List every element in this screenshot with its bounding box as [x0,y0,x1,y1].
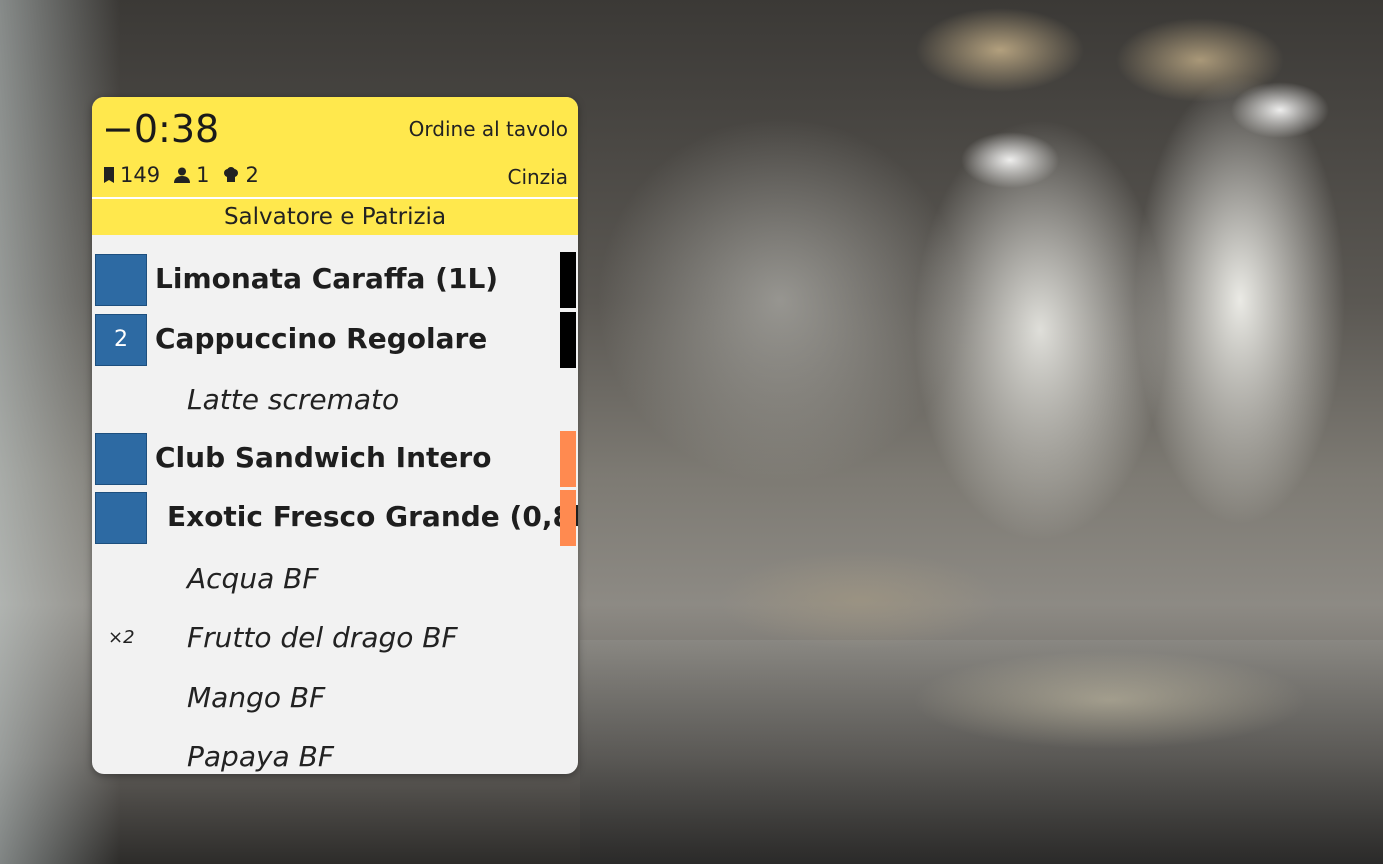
guest-count: 1 [196,163,210,187]
chef-hat-icon [224,167,239,182]
ticket-items: Limonata Caraffa (1L) 2 Cappuccino Regol… [92,235,578,774]
modifier-row: ×2 Frutto del drago BF [92,609,578,669]
server-name: Cinzia [507,165,568,189]
modifier-row: Papaya BF [92,728,578,774]
table-number: 149 [120,163,161,187]
item-name: Limonata Caraffa (1L) [155,262,499,295]
course-info: 2 [223,163,259,187]
modifier-text: Mango BF [187,680,326,714]
modifier-row: Mango BF [92,669,578,729]
order-ticket[interactable]: −0:38 Ordine al tavolo 149 1 2 Cinzia Sa… [92,97,578,774]
ticket-header: −0:38 Ordine al tavolo 149 1 2 Cinzia [92,97,578,197]
person-icon [174,167,191,183]
ticket-meta: 149 1 2 [104,163,273,187]
table-info: 149 [104,163,160,187]
modifier-row: Acqua BF [92,550,578,610]
item-row[interactable]: Exotic Fresco Grande (0,8l) [92,490,578,550]
item-name: Cappuccino Regolare [155,321,488,355]
item-name: Club Sandwich Intero [155,440,492,474]
item-status-bar [560,311,576,368]
item-row[interactable]: Club Sandwich Intero [92,430,578,491]
modifier-row: Latte scremato [92,371,578,431]
item-quantity-box[interactable]: 2 [95,313,147,366]
item-status-bar [560,252,576,308]
item-quantity-box[interactable] [95,432,147,485]
modifier-text: Latte scremato [187,383,400,416]
item-quantity-box[interactable] [95,492,147,544]
item-quantity-box[interactable] [95,254,147,306]
background-counter [580,640,1383,864]
item-row[interactable]: Limonata Caraffa (1L) [92,252,578,312]
modifier-text: Acqua BF [187,561,319,595]
item-row[interactable]: 2 Cappuccino Regolare [92,311,578,372]
order-type: Ordine al tavolo [408,117,568,141]
customer-name: Salvatore e Patrizia [92,197,578,235]
item-status-bar [560,490,576,546]
course-count: 2 [245,163,259,187]
guest-info: 1 [174,163,209,187]
modifier-text: Frutto del drago BF [187,621,458,654]
modifier-text: Papaya BF [187,740,334,773]
item-status-bar [560,430,576,487]
table-icon [104,167,114,183]
modifier-multiplier: ×2 [108,627,135,648]
item-name: Exotic Fresco Grande (0,8l) [167,500,578,533]
elapsed-timer: −0:38 [102,107,220,151]
